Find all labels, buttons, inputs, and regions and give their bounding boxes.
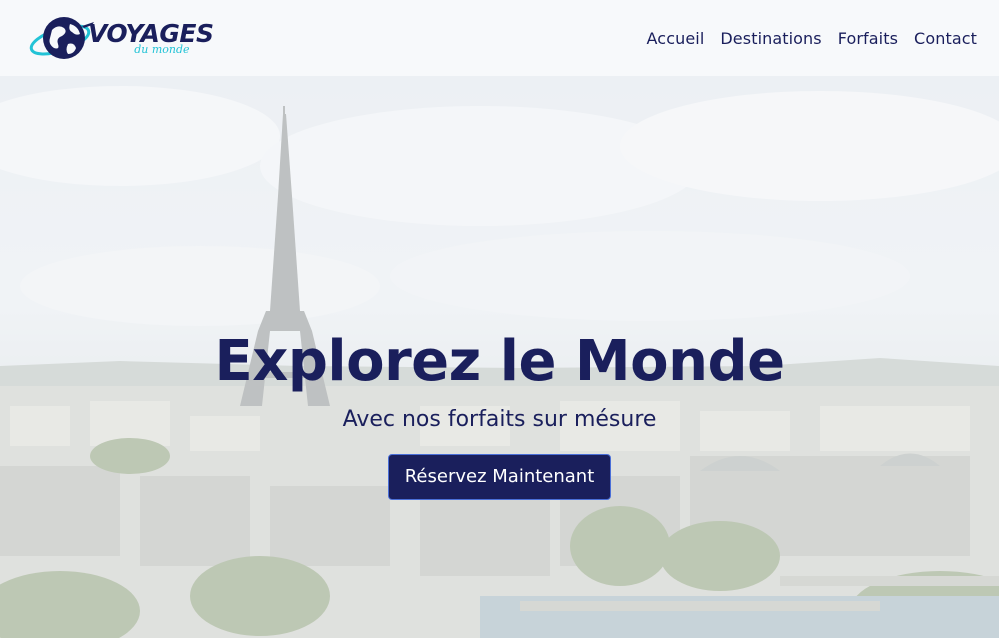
nav-link-destinations[interactable]: Destinations	[720, 29, 821, 48]
site-header: VOYAGES du monde Accueil Destinations Fo…	[0, 0, 999, 76]
hero-title: Explorez le Monde	[214, 329, 785, 394]
nav-link-accueil[interactable]: Accueil	[647, 29, 705, 48]
logo[interactable]: VOYAGES du monde	[28, 8, 214, 68]
hero-content: Explorez le Monde Avec nos forfaits sur …	[0, 324, 999, 500]
globe-plane-icon	[29, 17, 94, 59]
hero-section: Explorez le Monde Avec nos forfaits sur …	[0, 76, 999, 638]
nav-link-forfaits[interactable]: Forfaits	[838, 29, 898, 48]
book-now-button[interactable]: Réservez Maintenant	[387, 454, 612, 500]
hero-subtitle: Avec nos forfaits sur mésure	[342, 407, 657, 432]
nav-link-contact[interactable]: Contact	[914, 29, 977, 48]
main-nav: Accueil Destinations Forfaits Contact	[647, 29, 977, 48]
